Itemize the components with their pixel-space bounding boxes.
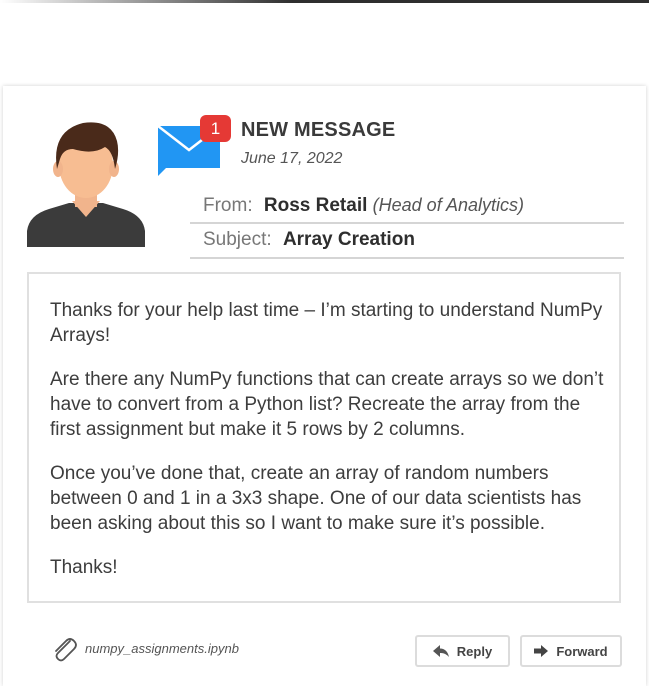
reply-label: Reply <box>456 643 493 659</box>
forward-button[interactable]: Forward <box>520 635 622 667</box>
attachment-link[interactable]: numpy_assignments.ipynb <box>85 641 239 656</box>
paperclip-icon <box>55 638 77 662</box>
page-title: NEW MESSAGE <box>241 119 396 141</box>
forward-label: Forward <box>556 643 608 659</box>
subject-row: Subject: Array Creation <box>190 223 624 259</box>
from-row: From: Ross Retail (Head of Analytics) <box>190 188 624 224</box>
message-paragraph: Are there any NumPy functions that can c… <box>50 369 604 440</box>
subject-label: Subject: <box>203 229 272 250</box>
forward-arrow-icon <box>534 645 549 657</box>
sender-name: Ross Retail <box>263 195 368 216</box>
message-paragraph: Thanks for your help last time – I’m sta… <box>50 300 603 346</box>
message-date: June 17, 2022 <box>241 150 343 167</box>
unread-count-badge: 1 <box>200 115 231 142</box>
sender-role: (Head of Analytics) <box>372 195 525 215</box>
message-paragraph: Thanks! <box>50 557 118 578</box>
user-avatar-icon <box>27 122 145 247</box>
reply-button[interactable]: Reply <box>415 635 510 667</box>
top-bar <box>0 0 649 3</box>
reply-arrow-icon <box>432 645 449 657</box>
message-body: Thanks for your help last time – I’m sta… <box>27 272 621 603</box>
message-paragraph: Once you’ve done that, create an array o… <box>50 463 582 534</box>
subject-value: Array Creation <box>282 229 415 250</box>
from-label: From: <box>203 195 253 216</box>
